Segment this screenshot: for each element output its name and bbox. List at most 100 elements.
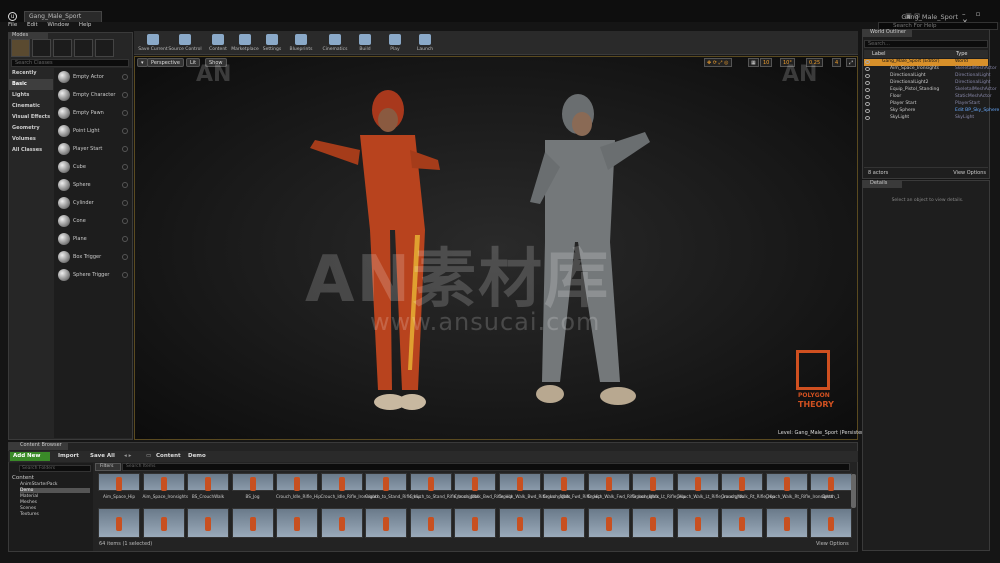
build-button[interactable]: Build [348,31,382,55]
category-volumes[interactable]: Volumes [9,134,53,145]
view-options-button[interactable]: View Options [816,541,849,547]
maximize-viewport-icon[interactable]: ⤢ [846,58,857,67]
category-basic[interactable]: Basic [9,79,53,90]
perspective-button[interactable]: Perspective [147,58,184,67]
visibility-icon[interactable] [865,81,870,85]
landscape-mode-icon[interactable] [53,39,72,57]
blueprints-button[interactable]: Blueprints [284,31,318,55]
place-item[interactable]: Player Start [54,141,132,158]
asset-thumbnail[interactable] [409,473,452,491]
search-folders-input[interactable]: Search Folders [19,465,91,472]
asset-thumbnail[interactable] [498,508,541,538]
place-item[interactable]: Sphere Trigger [54,267,132,284]
asset-thumbnail[interactable] [676,473,719,491]
asset-thumbnail[interactable] [320,473,363,491]
asset-thumbnail[interactable] [276,508,318,538]
asset-thumbnail[interactable] [98,508,140,538]
place-item[interactable]: Cone [54,213,132,230]
asset-scrollbar[interactable] [851,474,856,508]
outliner-row[interactable]: Aim_Space_Ironsights SkeletalMeshActor [864,66,997,73]
asset-thumbnail[interactable] [721,508,763,538]
category-geometry[interactable]: Geometry [9,123,53,134]
outliner-row[interactable]: DirectionalLight2 DirectionalLight [864,80,991,87]
asset-thumbnail[interactable] [765,473,808,491]
place-item[interactable]: Cube [54,159,132,176]
outliner-row[interactable]: Player Start PlayerStart [864,101,988,108]
content-browser-tab[interactable]: Content Browser [8,442,68,450]
transform-tools[interactable]: ✥ ⟳ ⤢ ◎ [704,58,732,67]
folder-scenes[interactable]: Scenes [20,506,36,511]
asset-thumbnail[interactable] [276,473,318,491]
place-item[interactable]: Cylinder [54,195,132,212]
category-lights[interactable]: Lights [9,90,53,101]
menu-edit[interactable]: Edit [27,22,38,28]
visibility-icon[interactable] [865,74,870,78]
surface-snap-icon[interactable]: ▦ [748,58,759,67]
place-item[interactable]: Sphere [54,177,132,194]
modes-tab[interactable]: Modes [8,32,48,39]
asset-thumbnail[interactable] [365,508,407,538]
place-item[interactable]: Empty Character [54,87,132,104]
foliage-mode-icon[interactable] [74,39,93,57]
geometry-mode-icon[interactable] [95,39,114,57]
import-button[interactable]: Import [58,453,79,459]
asset-thumbnail[interactable] [142,473,185,491]
asset-thumbnail[interactable] [676,508,719,538]
menu-window[interactable]: Window [47,22,69,28]
menu-help[interactable]: Help [79,22,92,28]
asset-thumbnail[interactable] [320,508,363,538]
asset-thumbnail[interactable] [231,473,274,491]
category-all-classes[interactable]: All Classes [9,145,53,156]
history-nav-icon[interactable]: ◂ ▸ [124,453,131,459]
filters-button[interactable]: Filters [95,463,121,471]
visibility-icon[interactable] [865,95,870,99]
add-new-button[interactable]: Add New [10,452,50,461]
menu-file[interactable]: File [8,22,17,28]
asset-thumbnail[interactable] [409,508,452,538]
asset-thumbnail[interactable] [587,508,630,538]
visibility-icon[interactable] [865,109,870,113]
asset-thumbnail[interactable] [765,508,808,538]
outliner-row[interactable]: Floor StaticMeshActor [864,94,992,101]
place-item[interactable]: Empty Actor [54,69,132,86]
asset-thumbnail[interactable] [498,473,541,491]
place-item[interactable]: Plane [54,231,132,248]
place-item[interactable]: Empty Pawn [54,105,132,122]
place-item[interactable]: Point Light [54,123,132,140]
cinematics-button[interactable]: Cinematics [318,31,352,55]
folder-content[interactable]: Content [12,475,34,481]
label-column-header[interactable]: Label [872,51,886,57]
visibility-icon[interactable] [865,116,870,120]
asset-thumbnail[interactable] [142,508,185,538]
outliner-row[interactable]: Gang_Male_Sport (Editor) World [864,59,988,66]
grid-snap-value[interactable]: 10 [760,58,773,67]
asset-thumbnail[interactable] [721,473,763,491]
document-tab[interactable]: Gang_Male_Sport [24,11,102,22]
source-control-button[interactable]: Source Control [168,31,202,55]
breadcrumb-demo[interactable]: Demo [188,453,206,459]
paint-mode-icon[interactable] [32,39,51,57]
view-options-button[interactable]: View Options [953,170,986,176]
folder-material[interactable]: Material [20,494,38,499]
visibility-icon[interactable] [865,88,870,92]
outliner-row[interactable]: DirectionalLight DirectionalLight [864,73,991,80]
camera-speed-value[interactable]: 4 [832,58,842,67]
folder-meshes[interactable]: Meshes [20,500,37,505]
visibility-icon[interactable] [865,60,870,64]
window-controls[interactable]: – ▫ ✕ [962,10,996,26]
asset-thumbnail[interactable] [187,473,229,491]
asset-thumbnail[interactable] [365,473,407,491]
outliner-search-input[interactable]: Search... [864,40,988,48]
asset-thumbnail[interactable] [543,508,585,538]
search-classes-input[interactable]: Search Classes [11,59,129,67]
asset-thumbnail[interactable] [187,508,229,538]
details-tab[interactable]: Details [862,180,902,188]
asset-thumbnail[interactable] [587,473,630,491]
folder-animstarterpack[interactable]: AnimStarterPack [20,482,58,487]
asset-thumbnail[interactable] [454,508,496,538]
category-visual-effects[interactable]: Visual Effects [9,112,53,123]
category-recently-placed[interactable]: Recently Placed [9,68,53,87]
world-outliner-tab[interactable]: World Outliner [862,29,912,37]
asset-thumbnail[interactable] [810,473,852,491]
type-column-header[interactable]: Type [956,51,967,57]
